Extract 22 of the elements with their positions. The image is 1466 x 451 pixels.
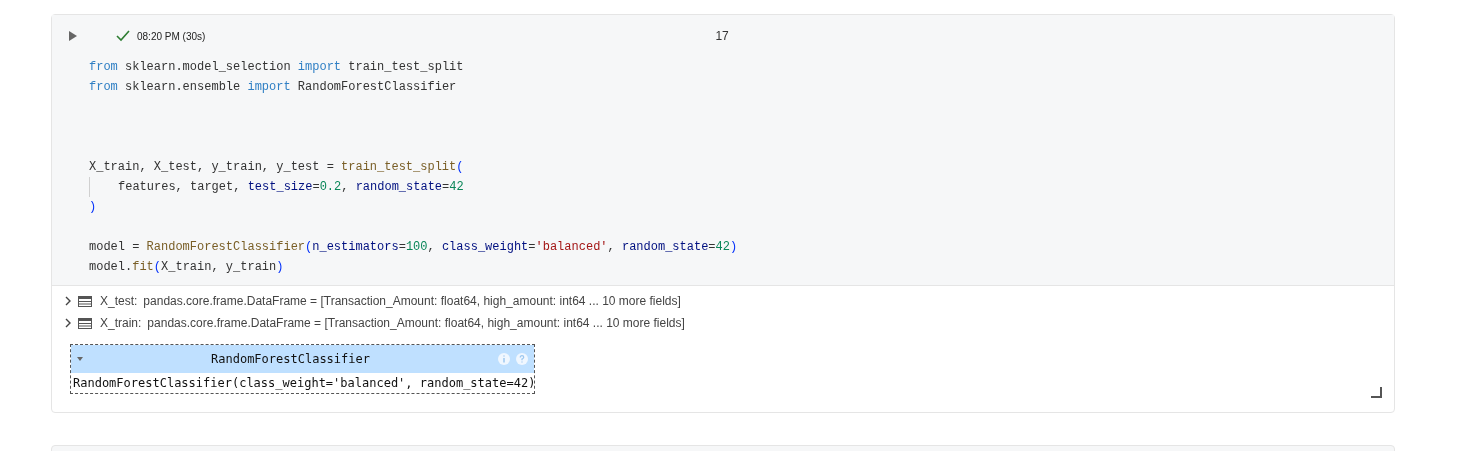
estimator-repr: RandomForestClassifier(class_weight='balanced', random_state=42) xyxy=(73,375,536,392)
run-icon[interactable] xyxy=(68,31,78,41)
execution-count: 17 xyxy=(715,28,729,45)
code-line: from sklearn.model_selection import train_test_split xyxy=(89,59,464,76)
code-line: ) xyxy=(89,199,97,216)
code-line: X_train, X_test, y_train, y_test = train_test_split( xyxy=(89,159,464,176)
run-time: 08:20 PM (30s) xyxy=(137,29,206,44)
variable-name: X_train: xyxy=(100,315,142,332)
table-icon xyxy=(78,295,92,307)
chevron-right-icon[interactable] xyxy=(64,296,72,306)
variable-name: X_test: xyxy=(100,293,138,310)
code-line: from sklearn.ensemble import RandomForestClassifier xyxy=(89,79,457,96)
code-line: model = RandomForestClassifier(n_estimators=100, class_weight='balanced', random_state=42) xyxy=(89,239,738,256)
code-line: model.fit(X_train, y_train) xyxy=(89,259,284,276)
caret-down-icon[interactable] xyxy=(77,356,83,362)
estimator-title: RandomForestClassifier xyxy=(210,351,371,368)
variable-value: pandas.core.frame.DataFrame = [Transaction_Amount: float64, high_amount: int64 ... 10 more fields] xyxy=(143,293,681,310)
table-icon xyxy=(78,317,92,329)
code-line: features, target, test_size=0.2, random_state=42 xyxy=(118,179,464,196)
chevron-right-icon[interactable] xyxy=(64,318,72,328)
variable-value: pandas.core.frame.DataFrame = [Transaction_Amount: float64, high_amount: int64 ... 10 more fields] xyxy=(147,315,685,332)
resize-handle-icon[interactable] xyxy=(1371,387,1382,398)
